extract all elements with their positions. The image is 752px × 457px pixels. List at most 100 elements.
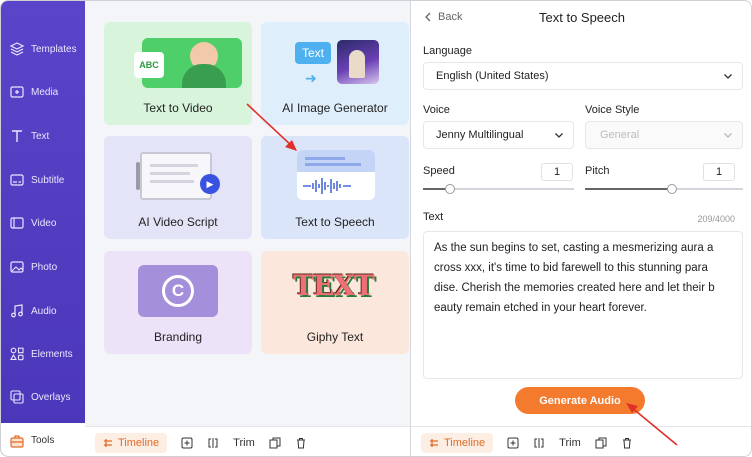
card-label: AI Image Generator: [282, 101, 388, 115]
media-icon: [9, 84, 25, 100]
add-icon: [507, 437, 519, 448]
subtitle-icon: [9, 172, 25, 188]
voice-style-label: Voice Style: [585, 104, 640, 116]
sidebar-item-overlays[interactable]: Overlays: [1, 379, 85, 415]
copyright-icon: C: [162, 275, 194, 307]
sidebar-item-label: Photo: [31, 261, 58, 273]
add-button[interactable]: [507, 437, 519, 449]
tool-card-ai-video-script[interactable]: ▶ AI Video Script: [104, 136, 252, 239]
sidebar-item-label: Elements: [31, 348, 73, 360]
card-label: AI Video Script: [138, 215, 218, 229]
timeline-icon: [430, 438, 438, 447]
duplicate-icon: [269, 437, 281, 448]
language-label: Language: [423, 45, 472, 57]
duplicate-icon: [595, 437, 607, 448]
speed-label: Speed: [423, 165, 455, 177]
timeline-label: Timeline: [118, 436, 160, 449]
sidebar-item-label: Overlays: [31, 391, 71, 403]
speed-slider[interactable]: [423, 184, 574, 194]
sidebar-item-label: Templates: [31, 43, 77, 55]
character-counter: 209/4000: [697, 214, 735, 224]
voice-style-value: General: [600, 129, 640, 141]
trim-button[interactable]: Trim: [559, 437, 581, 449]
timeline-button[interactable]: Timeline: [95, 432, 168, 453]
add-icon: [181, 437, 193, 448]
speed-value-input[interactable]: 1: [541, 163, 573, 181]
delete-button[interactable]: [295, 437, 307, 449]
speed-slider-thumb[interactable]: [445, 184, 456, 194]
text-to-video-thumbnail: ABC: [134, 38, 242, 88]
trash-icon: [296, 437, 305, 448]
sidebar-item-text[interactable]: Text: [1, 118, 85, 154]
pitch-label: Pitch: [585, 165, 610, 177]
text-icon: [9, 128, 25, 144]
language-select[interactable]: English (United States): [423, 62, 743, 90]
sidebar-item-label: Subtitle: [31, 174, 65, 186]
speech-waveform-art: [297, 150, 375, 200]
trim-button[interactable]: Trim: [233, 437, 255, 449]
tool-card-text-to-video[interactable]: ABC Text to Video: [104, 22, 252, 125]
voice-style-select[interactable]: General: [585, 121, 743, 149]
card-label: Giphy Text: [306, 330, 364, 344]
split-icon: [208, 437, 218, 448]
text-label: Text: [423, 211, 444, 223]
giphy-text-art: TEXT: [293, 269, 375, 302]
text-line: cross xxx, it's time to bid farewell to …: [434, 262, 708, 274]
sidebar-item-subtitle[interactable]: Subtitle: [1, 162, 85, 198]
tool-card-ai-image-generator[interactable]: Text ➜ AI Image Generator: [261, 22, 409, 125]
voice-value: Jenny Multilingual: [436, 129, 524, 141]
person-body: [182, 64, 226, 88]
chevron-down-icon: [724, 74, 732, 79]
delete-button[interactable]: [621, 437, 633, 449]
text-line: eauty remain etched in your heart foreve…: [434, 302, 647, 314]
sidebar-item-label: Audio: [31, 305, 57, 317]
sidebar-item-elements[interactable]: Elements: [1, 336, 85, 372]
sidebar-item-label: Media: [31, 86, 59, 98]
sidebar: Templates Media Text Subtitle Video Phot…: [1, 1, 85, 456]
play-icon: ▶: [200, 174, 220, 194]
speech-text-input[interactable]: As the sun begins to set, casting a mesm…: [423, 231, 743, 379]
sidebar-item-templates[interactable]: Templates: [1, 31, 85, 67]
duplicate-button[interactable]: [595, 437, 607, 449]
pitch-value-input[interactable]: 1: [703, 163, 735, 181]
chevron-down-icon: [555, 133, 563, 138]
add-button[interactable]: [181, 437, 193, 449]
sidebar-item-label: Video: [31, 217, 57, 229]
tool-card-text-to-speech[interactable]: Text to Speech: [261, 136, 409, 239]
panel-title: Text to Speech: [539, 10, 625, 25]
right-timeline-toolbar: Timeline Trim: [411, 426, 751, 456]
language-value: English (United States): [436, 70, 549, 82]
copyright-art: C: [138, 265, 218, 317]
text-line: dise. Cherish the memories created here …: [434, 282, 715, 294]
sidebar-item-video[interactable]: Video: [1, 205, 85, 241]
sidebar-item-tools[interactable]: Tools: [1, 423, 85, 456]
duplicate-button[interactable]: [269, 437, 281, 449]
split-button[interactable]: [533, 437, 545, 449]
timeline-label: Timeline: [444, 436, 486, 449]
tool-card-branding[interactable]: C Branding: [104, 251, 252, 354]
text-badge: Text: [295, 42, 331, 64]
generate-audio-button[interactable]: Generate Audio: [515, 387, 645, 414]
split-button[interactable]: [207, 437, 219, 449]
tools-panel: ABC Text to Video Text ➜ AI Image Genera…: [85, 1, 410, 426]
app-window: Templates Media Text Subtitle Video Phot…: [0, 0, 752, 457]
sidebar-item-audio[interactable]: Audio: [1, 293, 85, 329]
sidebar-item-photo[interactable]: Photo: [1, 249, 85, 285]
sidebar-item-media[interactable]: Media: [1, 74, 85, 110]
video-icon: [9, 215, 25, 231]
pitch-slider[interactable]: [585, 184, 743, 194]
card-label: Text to Video: [143, 101, 213, 115]
text-to-speech-panel: Back Text to Speech Language English (Un…: [411, 1, 751, 426]
sidebar-item-label: Text: [31, 130, 50, 142]
voice-label: Voice: [423, 104, 450, 116]
split-icon: [534, 437, 544, 448]
trash-icon: [622, 437, 631, 448]
sidebar-tools-label: Tools: [31, 435, 55, 446]
tool-card-giphy-text[interactable]: TEXT Giphy Text: [261, 251, 409, 354]
card-label: Branding: [153, 330, 203, 344]
voice-select[interactable]: Jenny Multilingual: [423, 121, 574, 149]
music-icon: [9, 303, 25, 319]
timeline-button[interactable]: Timeline: [421, 432, 494, 453]
arrow-right-icon: ➜: [305, 70, 317, 86]
pitch-slider-thumb[interactable]: [666, 184, 677, 194]
